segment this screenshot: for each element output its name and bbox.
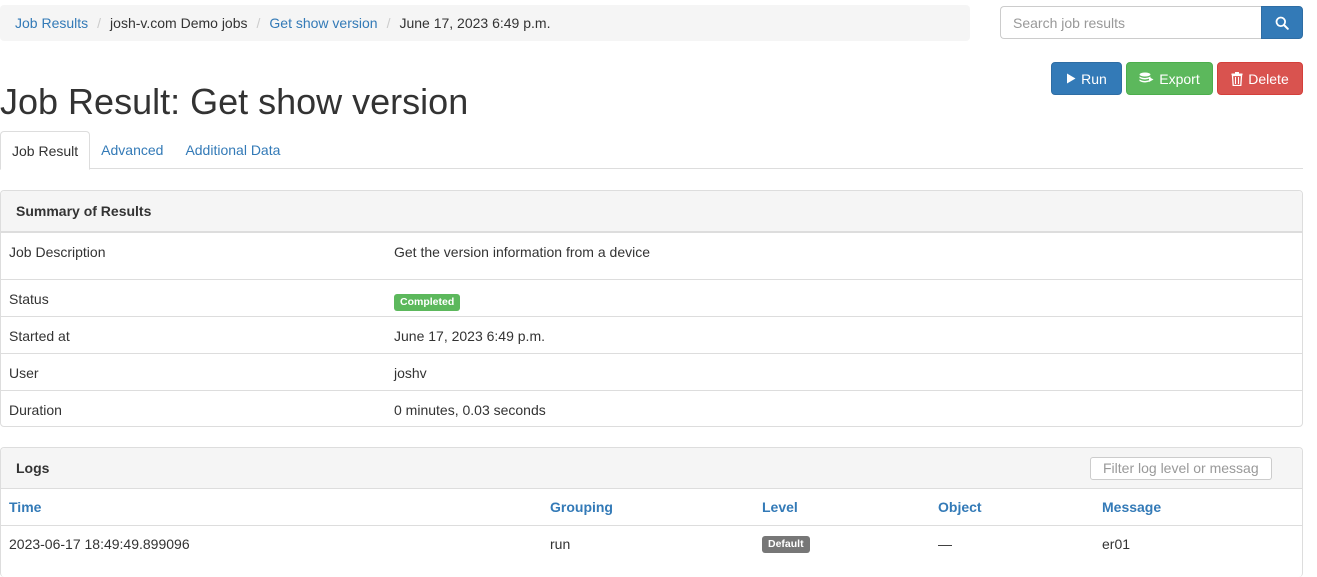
summary-heading: Summary of Results — [1, 191, 1302, 232]
export-button[interactable]: Export — [1126, 62, 1213, 95]
breadcrumb-job-results[interactable]: Job Results — [15, 15, 88, 31]
logs-heading: Logs — [1, 448, 1302, 489]
status-badge: Completed — [394, 294, 461, 311]
run-button[interactable]: Run — [1051, 62, 1122, 95]
breadcrumb-separator: / — [386, 15, 391, 31]
log-table: Time Grouping Level Object Message 2023-… — [1, 489, 1302, 562]
trash-icon — [1231, 71, 1243, 86]
play-icon — [1067, 73, 1076, 84]
summary-key: Status — [9, 291, 49, 307]
summary-row-status: Status Completed — [1, 279, 1302, 316]
action-buttons: Run Export Delete — [1051, 62, 1303, 95]
summary-value: joshv — [394, 365, 427, 381]
log-filter-input[interactable] — [1090, 456, 1272, 480]
summary-value: June 17, 2023 6:49 p.m. — [394, 328, 545, 344]
summary-value: 0 minutes, 0.03 seconds — [394, 402, 546, 418]
summary-key: User — [9, 365, 39, 381]
export-button-label: Export — [1159, 70, 1200, 87]
summary-row-started: Started at June 17, 2023 6:49 p.m. — [1, 316, 1302, 353]
breadcrumb-current: June 17, 2023 6:49 p.m. — [399, 15, 551, 31]
column-header-time[interactable]: Time — [1, 489, 542, 526]
log-time: 2023-06-17 18:49:49.899096 — [9, 535, 190, 552]
summary-row-user: User joshv — [1, 353, 1302, 390]
summary-panel: Summary of Results Job Description Get t… — [0, 190, 1303, 427]
run-button-label: Run — [1081, 70, 1107, 87]
search-box — [1000, 6, 1303, 39]
breadcrumb-separator: / — [97, 15, 102, 31]
log-message: er01 — [1102, 535, 1131, 552]
summary-value: Get the version information from a devic… — [394, 244, 651, 260]
log-grouping: run — [550, 535, 571, 552]
page-title: Job Result: Get show version — [0, 81, 469, 122]
breadcrumb: Job Results / josh-v.com Demo jobs / Get… — [0, 5, 970, 41]
database-export-icon — [1139, 72, 1154, 83]
summary-key: Duration — [9, 402, 62, 418]
tab-bar: Job Result Advanced Additional Data — [0, 131, 1303, 170]
breadcrumb-separator: / — [256, 15, 261, 31]
log-table-header-row: Time Grouping Level Object Message — [1, 489, 1302, 526]
tab-job-result[interactable]: Job Result — [0, 131, 91, 170]
tab-additional-data[interactable]: Additional Data — [174, 131, 291, 169]
summary-key: Started at — [9, 328, 70, 344]
tab-advanced[interactable]: Advanced — [90, 131, 174, 169]
summary-row-description: Job Description Get the version informat… — [1, 232, 1302, 279]
breadcrumb-job-module: josh-v.com Demo jobs — [110, 15, 248, 31]
log-object: — — [938, 535, 952, 552]
delete-button[interactable]: Delete — [1217, 62, 1303, 95]
logs-panel: Logs Time Grouping Level Object Message … — [0, 447, 1303, 577]
column-header-message[interactable]: Message — [1094, 489, 1302, 526]
logs-title: Logs — [16, 460, 50, 476]
log-level-badge: Default — [762, 536, 810, 554]
table-row: 2023-06-17 18:49:49.899096 run Default —… — [1, 525, 1302, 562]
breadcrumb-job-name[interactable]: Get show version — [269, 15, 377, 31]
column-header-grouping[interactable]: Grouping — [542, 489, 754, 526]
summary-row-duration: Duration 0 minutes, 0.03 seconds — [1, 390, 1302, 426]
delete-button-label: Delete — [1248, 70, 1289, 87]
search-icon — [1275, 16, 1289, 30]
summary-key: Job Description — [9, 244, 106, 260]
column-header-level[interactable]: Level — [754, 489, 930, 526]
search-button[interactable] — [1261, 6, 1303, 39]
search-input[interactable] — [1000, 6, 1261, 39]
column-header-object[interactable]: Object — [930, 489, 1094, 526]
